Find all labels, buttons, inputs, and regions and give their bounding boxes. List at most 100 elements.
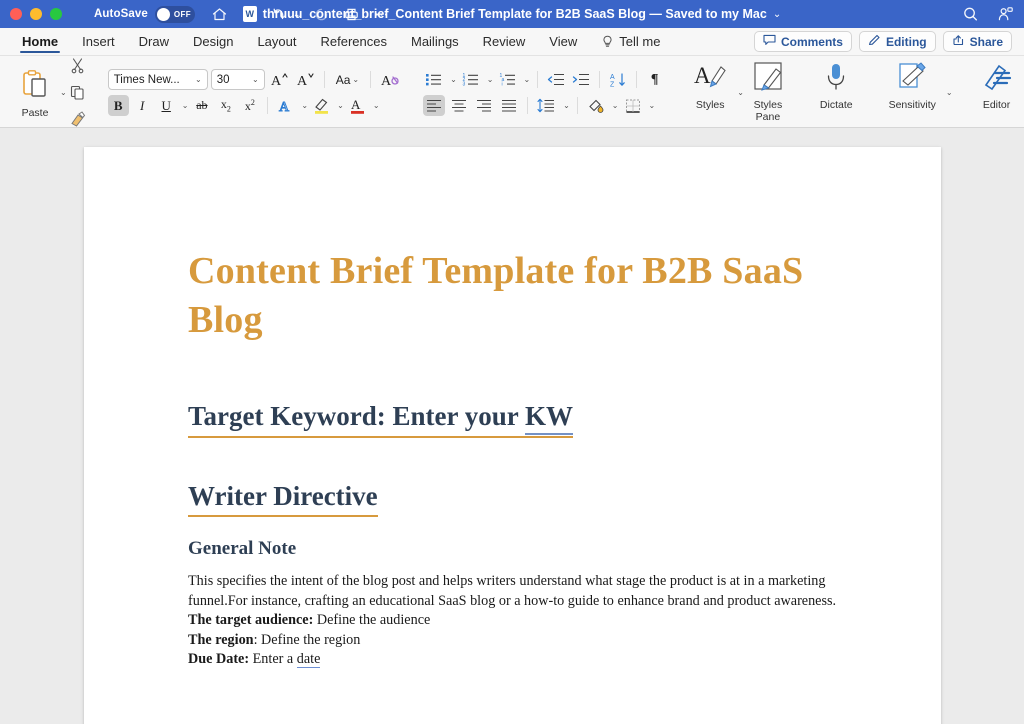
change-case-chevron-down-icon[interactable]: ⌄: [352, 75, 359, 84]
document-heading-title: Content Brief Template for B2B SaaS Blog: [188, 250, 804, 342]
italic-button[interactable]: I: [132, 95, 153, 116]
document-body[interactable]: Content Brief Template for B2B SaaS Blog…: [84, 147, 941, 670]
decrease-indent-button[interactable]: [545, 69, 567, 90]
font-color-chevron-down-icon[interactable]: ⌄: [373, 101, 380, 110]
bulleted-list-chevron-down-icon[interactable]: ⌄: [450, 75, 457, 84]
font-size-value: 30: [216, 73, 230, 86]
tab-view[interactable]: View: [537, 28, 589, 55]
change-case-button[interactable]: Aa ⌄: [332, 69, 363, 90]
paste-button[interactable]: Paste: [12, 67, 58, 119]
shrink-font-button[interactable]: A: [294, 69, 317, 90]
tab-mailings-label: Mailings: [410, 34, 459, 49]
styles-button[interactable]: A Styles: [685, 58, 735, 127]
svg-text:A: A: [610, 74, 615, 81]
svg-text:3: 3: [462, 82, 465, 87]
tab-design[interactable]: Design: [181, 28, 245, 55]
styles-pane-button[interactable]: Styles Pane: [744, 58, 792, 127]
borders-button[interactable]: [622, 95, 644, 116]
text-effects-button[interactable]: A: [275, 95, 296, 116]
tab-draw[interactable]: Draw: [127, 28, 181, 55]
minimize-window-button[interactable]: [30, 8, 42, 20]
sort-button[interactable]: AZ: [607, 69, 629, 90]
borders-chevron-down-icon[interactable]: ⌄: [649, 101, 656, 110]
align-center-button[interactable]: [448, 95, 470, 116]
editor-button[interactable]: Editor: [973, 58, 1021, 127]
document-title-chevron-down-icon[interactable]: ⌄: [773, 9, 781, 20]
document-canvas[interactable]: Content Brief Template for B2B SaaS Blog…: [0, 128, 1024, 724]
field-due-date-link[interactable]: date: [296, 651, 321, 669]
sensitivity-label: Sensitivity: [888, 99, 936, 111]
shading-chevron-down-icon[interactable]: ⌄: [612, 101, 619, 110]
field-due-date-label: Due Date:: [188, 651, 250, 668]
multilevel-list-chevron-down-icon[interactable]: ⌄: [524, 75, 531, 84]
bulleted-list-button[interactable]: [423, 69, 445, 90]
tab-tell-me[interactable]: Tell me: [589, 28, 672, 55]
align-right-button[interactable]: [473, 95, 495, 116]
underline-button[interactable]: U: [156, 95, 177, 116]
tab-review[interactable]: Review: [471, 28, 538, 55]
share-button[interactable]: Share: [942, 31, 1012, 52]
sensitivity-icon: [896, 61, 928, 98]
field-target-audience: The target audience: Define the audience: [188, 611, 845, 631]
subscript-button[interactable]: x2: [215, 95, 236, 116]
superscript-button[interactable]: x2: [239, 95, 260, 116]
dictate-button[interactable]: Dictate: [812, 58, 861, 127]
tab-home[interactable]: Home: [10, 28, 70, 55]
editing-mode-button[interactable]: Editing: [858, 31, 936, 52]
sensitivity-chevron-down-icon[interactable]: ⌄: [946, 88, 953, 97]
tab-insert[interactable]: Insert: [70, 28, 127, 55]
text-effects-chevron-down-icon[interactable]: ⌄: [301, 101, 308, 110]
svg-text:A: A: [694, 63, 711, 88]
show-formatting-marks-button[interactable]: ¶: [644, 69, 665, 90]
multilevel-list-button[interactable]: 1ai: [497, 69, 519, 90]
font-color-button[interactable]: A: [347, 95, 368, 116]
numbered-list-button[interactable]: 123: [460, 69, 482, 90]
maximize-window-button[interactable]: [50, 8, 62, 20]
sensitivity-button[interactable]: Sensitivity: [881, 58, 944, 127]
numbered-list-chevron-down-icon[interactable]: ⌄: [487, 75, 494, 84]
tab-design-label: Design: [192, 34, 234, 49]
align-left-button[interactable]: [423, 95, 446, 116]
heading-target-keyword-line: Target Keyword: Enter your KW: [188, 400, 845, 438]
highlight-chevron-down-icon[interactable]: ⌄: [337, 101, 344, 110]
line-spacing-button[interactable]: [535, 95, 558, 116]
microphone-icon: [823, 61, 849, 98]
tab-references[interactable]: References: [309, 28, 399, 55]
font-name-select[interactable]: Times New... ⌄: [107, 69, 208, 90]
styles-chevron-down-icon[interactable]: ⌄: [737, 88, 744, 97]
text-highlight-button[interactable]: [311, 95, 332, 116]
autosave-toggle[interactable]: OFF: [154, 5, 195, 23]
close-window-button[interactable]: [10, 8, 22, 20]
font-separator-3: [267, 97, 269, 114]
justify-button[interactable]: [498, 95, 520, 116]
cut-icon[interactable]: [69, 57, 86, 79]
svg-text:A: A: [271, 74, 282, 88]
increase-indent-button[interactable]: [570, 69, 592, 90]
comments-button[interactable]: Comments: [753, 31, 852, 52]
field-region-value: : Define the region: [253, 631, 361, 648]
collaborators-icon[interactable]: [997, 6, 1014, 23]
search-icon[interactable]: [962, 6, 979, 23]
grow-font-button[interactable]: A: [268, 69, 291, 90]
clear-formatting-button[interactable]: A: [378, 69, 403, 90]
strikethrough-button[interactable]: ab: [191, 95, 212, 116]
tab-mailings[interactable]: Mailings: [399, 28, 471, 55]
font-group: Times New... ⌄ 30 ⌄ A A Aa ⌄ A B I U ⌄ a…: [102, 58, 409, 127]
comment-bubble-icon: [763, 34, 776, 49]
shading-button[interactable]: [585, 95, 607, 116]
font-size-chevron-down-icon[interactable]: ⌄: [252, 75, 259, 84]
font-size-select[interactable]: 30 ⌄: [210, 69, 265, 90]
line-spacing-chevron-down-icon[interactable]: ⌄: [563, 101, 570, 110]
bold-button[interactable]: B: [107, 95, 129, 116]
document-page[interactable]: Content Brief Template for B2B SaaS Blog…: [84, 147, 941, 724]
home-icon[interactable]: [211, 6, 228, 23]
tab-layout[interactable]: Layout: [245, 28, 308, 55]
font-name-chevron-down-icon[interactable]: ⌄: [195, 75, 202, 84]
paragraph-group: ⌄ 123 ⌄ 1ai ⌄ AZ ¶ ⌄ ⌄ ⌄: [417, 58, 671, 127]
autosave-control[interactable]: AutoSave OFF: [94, 5, 195, 23]
underline-chevron-down-icon[interactable]: ⌄: [182, 101, 189, 110]
paragraph-separator-4: [527, 97, 529, 114]
paste-chevron-down-icon[interactable]: ⌄: [60, 88, 67, 97]
copy-icon[interactable]: [69, 84, 86, 106]
titlebar-right-actions: [962, 6, 1014, 23]
